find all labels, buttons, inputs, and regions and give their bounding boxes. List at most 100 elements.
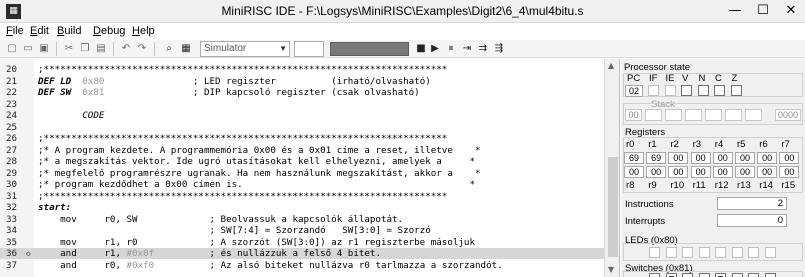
menu-build[interactable]: Build: [57, 25, 81, 37]
stack-cell: [745, 109, 762, 121]
run-icon[interactable]: ▶: [428, 42, 442, 56]
step-over-icon[interactable]: ⇉: [476, 42, 490, 56]
line-number: 32: [6, 202, 18, 213]
code-line[interactable]: 20 ;*************************************…: [0, 64, 604, 75]
save-icon[interactable]: ▣: [37, 42, 51, 56]
code-line[interactable]: 33 mov r0, SW ; Beolvassuk a kapcsolók á…: [0, 214, 604, 225]
register-value[interactable]: 00: [668, 152, 689, 164]
register-value[interactable]: 00: [779, 166, 800, 178]
simulator-select[interactable]: Simulator ▼: [200, 41, 290, 57]
code-line[interactable]: 28 ;* a megszakítás vektor. Ide ugró utas…: [0, 156, 604, 167]
toolbar-separator: [113, 42, 114, 56]
interrupts-counter: 0: [717, 214, 787, 227]
register-value[interactable]: 00: [646, 166, 667, 178]
flag-checkbox-n[interactable]: [697, 85, 709, 96]
run-to-icon[interactable]: ⇶: [492, 42, 506, 56]
register-name: r1: [648, 139, 657, 150]
code-token: ;***************************************…: [38, 133, 448, 144]
register-value[interactable]: 00: [668, 166, 689, 178]
switch-checkbox[interactable]: [682, 273, 693, 277]
code-line[interactable]: 27 ;* A program kezdete. A programmemória…: [0, 145, 604, 156]
code-token: ;* program kezdődhet a 0x00 címen is. *: [38, 179, 475, 190]
code-line[interactable]: 21 DEF LD 0x80 ; LED regiszter (irható/ol…: [0, 76, 604, 87]
close-button[interactable]: ✕: [777, 0, 805, 22]
code-line[interactable]: 23: [0, 99, 604, 110]
instructions-counter: 2: [717, 197, 787, 210]
copy-icon[interactable]: ❐: [78, 42, 92, 56]
undo-icon[interactable]: ↶: [119, 42, 133, 56]
register-value[interactable]: 00: [735, 166, 755, 178]
flag-checkbox-v[interactable]: [681, 85, 692, 96]
code-line[interactable]: 25: [0, 122, 604, 133]
register-value[interactable]: 00: [712, 152, 733, 164]
code-token: #0xf0: [126, 259, 155, 271]
code-line[interactable]: 32 start:: [0, 202, 604, 213]
switch-checkbox[interactable]: [731, 273, 743, 277]
register-value[interactable]: 00: [712, 166, 733, 178]
code-line[interactable]: 26 ;*************************************…: [0, 133, 604, 144]
register-value[interactable]: 69: [624, 152, 644, 164]
switch-checkbox[interactable]: [698, 273, 710, 277]
find-icon[interactable]: ⌕: [162, 42, 176, 56]
redo-icon[interactable]: ↷: [135, 42, 149, 56]
code-line[interactable]: 37 and r0, #0xf0 ; Az alsó biteket nullá…: [0, 260, 604, 271]
new-file-icon[interactable]: ▢: [5, 42, 19, 56]
menu-label: ile: [12, 25, 24, 37]
pc-label: PC: [627, 73, 641, 84]
code-line[interactable]: 30 ;* program kezdődhet a 0x00 címen is. …: [0, 179, 604, 190]
register-value[interactable]: 00: [624, 166, 644, 178]
line-text: and r0, #0xf0 ; Az alsó biteket nullázva…: [38, 260, 503, 271]
compile-icon[interactable]: ▦: [179, 42, 193, 56]
scroll-thumb[interactable]: [608, 157, 618, 257]
switch-checkbox[interactable]: [748, 273, 759, 277]
code-line[interactable]: 22 DEF SW 0x81 ; DIP kapcsoló regiszter (…: [0, 87, 604, 98]
register-value[interactable]: 00: [757, 152, 778, 164]
stop-icon[interactable]: ■: [414, 42, 428, 56]
line-number: 27: [6, 144, 18, 156]
register-value[interactable]: 00: [779, 152, 800, 164]
code-line[interactable]: 35 mov r1, r0 ; A szorzót (SW[3:0]) az r…: [0, 237, 604, 248]
flag-checkbox-if[interactable]: [648, 85, 659, 96]
register-value[interactable]: 69: [646, 152, 667, 164]
code-line[interactable]: 24 CODE: [0, 110, 604, 121]
menu-help[interactable]: Help: [132, 25, 155, 37]
code-token: CODE: [82, 110, 105, 121]
switch-checkbox[interactable]: [665, 273, 677, 277]
register-value[interactable]: 00: [757, 166, 778, 178]
pause-icon[interactable]: ⏸: [444, 42, 458, 56]
flag-checkbox-c[interactable]: [714, 85, 725, 96]
scroll-down-icon[interactable]: ▼: [608, 265, 614, 274]
maximize-button[interactable]: ☐: [749, 0, 777, 22]
line-text: ;***************************************…: [38, 191, 447, 202]
menu-label: uild: [64, 25, 82, 37]
switch-checkbox[interactable]: [649, 273, 660, 277]
code-line[interactable]: 31 ;*************************************…: [0, 191, 604, 202]
menu-edit[interactable]: Edit: [30, 25, 49, 37]
switch-checkbox[interactable]: [715, 273, 726, 277]
cut-icon[interactable]: ✂: [62, 42, 76, 56]
led-indicator: [665, 247, 677, 258]
instructions-label: Instructions: [625, 199, 674, 210]
code-line[interactable]: 34 ; SW[7:4] = Szorzandó SW[3:0] = Szorz…: [0, 225, 604, 236]
code-editor[interactable]: 20 ;*************************************…: [0, 59, 620, 277]
minimize-button[interactable]: —: [721, 0, 749, 22]
paste-icon[interactable]: ▤: [94, 42, 108, 56]
menu-debug[interactable]: Debug: [93, 25, 125, 37]
open-folder-icon[interactable]: ▭: [21, 42, 35, 56]
code-line[interactable]: 29 ;* megfelelő programrészre ugranak. Ha…: [0, 168, 604, 179]
menu-file[interactable]: File: [6, 25, 24, 37]
line-number: 30: [6, 179, 18, 190]
editor-scrollbar[interactable]: ▲ ▼: [604, 59, 619, 277]
flag-checkbox-z[interactable]: [730, 85, 742, 96]
led-indicator: [764, 247, 776, 258]
scroll-up-icon[interactable]: ▲: [608, 61, 614, 70]
register-value[interactable]: 00: [735, 152, 755, 164]
flag-checkbox-ie[interactable]: [664, 85, 676, 96]
speed-field[interactable]: [294, 41, 324, 57]
switch-checkbox[interactable]: [764, 273, 776, 277]
step-icon[interactable]: ⇥: [460, 42, 474, 56]
register-value[interactable]: 00: [690, 152, 711, 164]
code-line[interactable]: 36 ◇ and r1, #0x0f ; és nullázzuk a felső…: [0, 248, 604, 259]
line-number: 29: [6, 167, 18, 179]
register-value[interactable]: 00: [690, 166, 711, 178]
